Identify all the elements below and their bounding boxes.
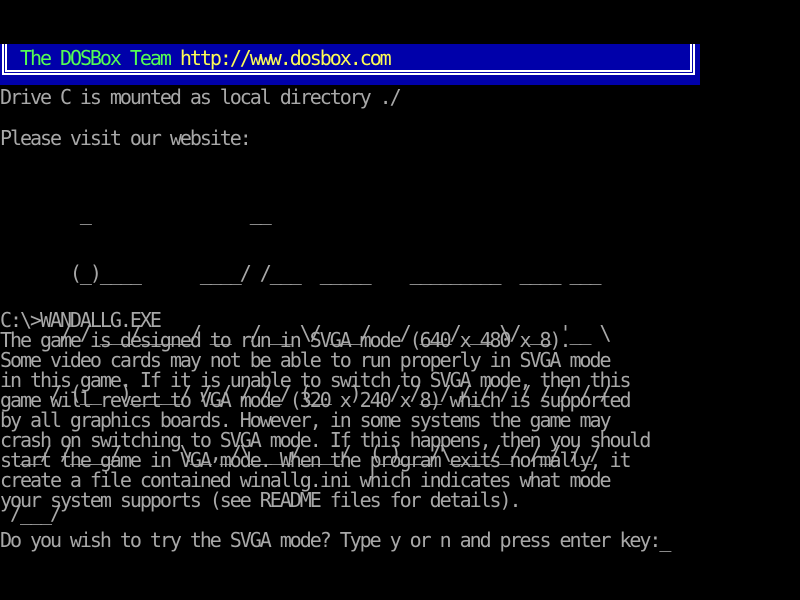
output-line: crash on switching to SVGA mode. If this… [0,430,649,450]
output-line: in this game. If it is unable to switch … [0,370,649,390]
ascii-art-line: (_)____ ____/ /___ _____ _________ ____ … [0,263,609,283]
output-line: create a file contained winallg.ini whic… [0,470,649,490]
banner-text: The DOSBox Team http://www.dosbox.com [20,48,390,68]
program-output: C:\>WANDALLG.EXE The game is designed to… [0,310,649,510]
output-line: The game is designed to run in SVGA mode… [0,330,649,350]
output-line: Some video cards may not be able to run … [0,350,649,370]
dos-console-screen: The DOSBox Team http://www.dosbox.com Dr… [0,0,800,600]
svga-prompt-line[interactable]: Do you wish to try the SVGA mode? Type y… [0,530,669,550]
output-line: by all graphics boards. However, in some… [0,410,649,430]
command-line: C:\>WANDALLG.EXE [0,310,649,330]
dosbox-url-text: http://www.dosbox.com [180,46,390,70]
output-line: game will revert to VGA mode (320 x 240 … [0,390,649,410]
dosbox-team-label: The DOSBox Team [20,46,180,70]
text-cursor[interactable]: _ [659,528,669,552]
output-line: start the game in VGA mode. When the pro… [0,450,649,470]
website-line: Please visit our website: [0,128,250,148]
dosbox-banner: The DOSBox Team http://www.dosbox.com [0,44,700,85]
prompt-text: Do you wish to try the SVGA mode? Type y… [0,528,659,552]
output-line: your system supports (see README files f… [0,490,649,510]
ascii-art-line: _ __ [0,203,609,223]
drive-mount-line: Drive C is mounted as local directory ./ [0,87,400,107]
